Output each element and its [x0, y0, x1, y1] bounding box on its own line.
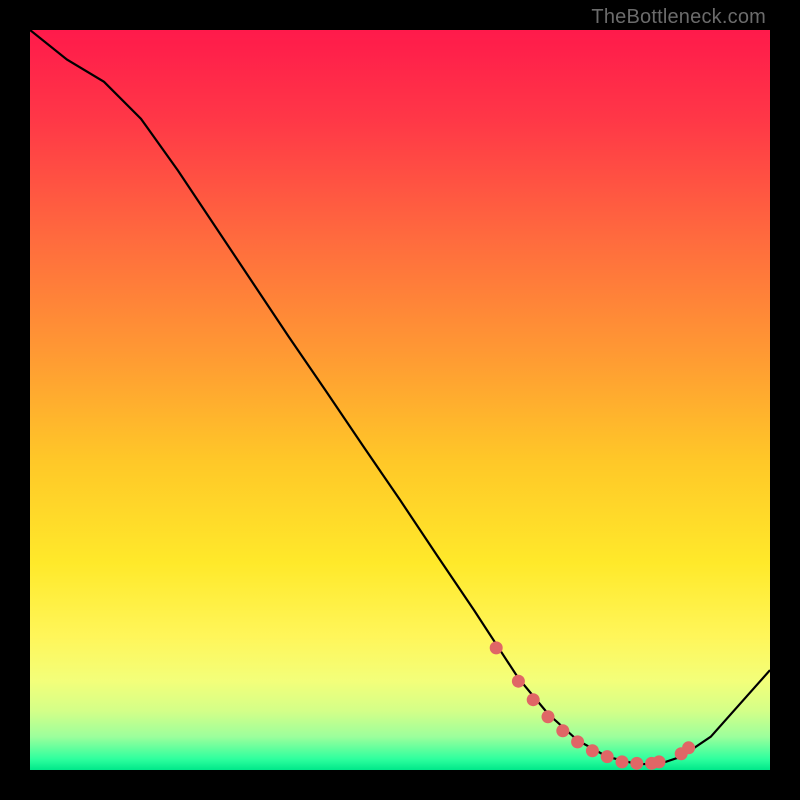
plot-area	[30, 30, 770, 770]
marker-dot	[616, 755, 629, 768]
marker-dot	[512, 675, 525, 688]
marker-dot	[630, 757, 643, 770]
marker-dot	[571, 735, 584, 748]
marker-dot	[556, 724, 569, 737]
marker-dot	[682, 741, 695, 754]
marker-dot	[601, 750, 614, 763]
watermark-text: TheBottleneck.com	[591, 6, 766, 29]
marker-dot	[542, 710, 555, 723]
gradient-background	[30, 30, 770, 770]
marker-dot	[527, 693, 540, 706]
chart-svg	[30, 30, 770, 770]
chart-frame: TheBottleneck.com	[0, 0, 800, 800]
marker-dot	[653, 755, 666, 768]
marker-dot	[586, 744, 599, 757]
marker-dot	[490, 641, 503, 654]
